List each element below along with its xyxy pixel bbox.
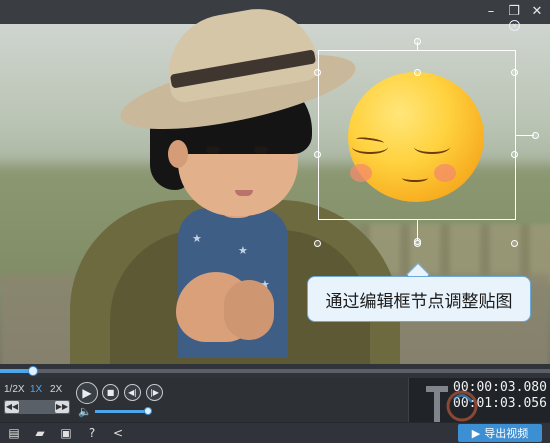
volume-level [95, 410, 149, 413]
rotate-handle-top[interactable] [414, 38, 421, 45]
new-project-icon[interactable]: ▤ [6, 425, 22, 441]
resize-handle-right[interactable] [511, 151, 518, 158]
speed-stepper[interactable]: ◀◀ ▶▶ [4, 400, 70, 414]
hands-right [224, 280, 274, 340]
export-label: 导出视频 [484, 427, 529, 440]
play-button[interactable]: ▶ [76, 382, 98, 404]
step-back-icon[interactable]: ◀◀ [5, 401, 19, 413]
timeline-track[interactable] [0, 369, 550, 373]
save-icon[interactable]: ▣ [58, 425, 74, 441]
resize-handle-top[interactable] [414, 69, 421, 76]
hint-tooltip: 通过编辑框节点调整贴图 [307, 276, 531, 322]
star-print: ★ [192, 233, 202, 245]
resize-handle-left[interactable] [314, 151, 321, 158]
left-eye [206, 146, 220, 154]
share-icon[interactable]: < [110, 425, 126, 441]
speed-2x[interactable]: 2X [50, 384, 62, 395]
delete-sticker-icon[interactable]: × [509, 20, 520, 31]
export-icon: ▶ [471, 426, 481, 440]
next-frame-button[interactable]: |▶ [146, 384, 163, 401]
close-button[interactable]: ✕ [529, 4, 545, 20]
handle-right-extension[interactable] [532, 132, 539, 139]
speed-half[interactable]: 1/2X [4, 384, 25, 395]
minimize-button[interactable]: – [483, 4, 499, 20]
resize-handle-top-right[interactable] [511, 69, 518, 76]
open-folder-icon[interactable]: ▰ [32, 425, 48, 441]
resize-handle-top-left[interactable] [314, 69, 321, 76]
bottom-toolbar: ▤ ▰ ▣ ? < ▶ 导出视频 [0, 422, 550, 443]
stop-button[interactable]: ■ [102, 384, 119, 401]
help-icon[interactable]: ? [84, 425, 100, 441]
speed-1x[interactable]: 1X [30, 384, 42, 395]
ear [168, 140, 188, 168]
resize-handle-bottom[interactable] [414, 240, 421, 247]
star-print: ★ [238, 245, 248, 257]
previous-frame-button[interactable]: ◀| [124, 384, 141, 401]
right-eye [254, 146, 268, 154]
handle-line-bottom [417, 220, 418, 240]
resize-handle-bottom-right[interactable] [511, 240, 518, 247]
resize-handle-bottom-left[interactable] [314, 240, 321, 247]
step-forward-icon[interactable]: ▶▶ [55, 401, 69, 413]
volume-icon[interactable]: 🔈 [78, 405, 92, 418]
timeline-scrubber[interactable] [28, 366, 38, 376]
restore-button[interactable]: ❐ [506, 4, 522, 20]
volume-slider-knob[interactable] [144, 407, 153, 415]
export-video-button[interactable]: ▶ 导出视频 [458, 424, 542, 442]
